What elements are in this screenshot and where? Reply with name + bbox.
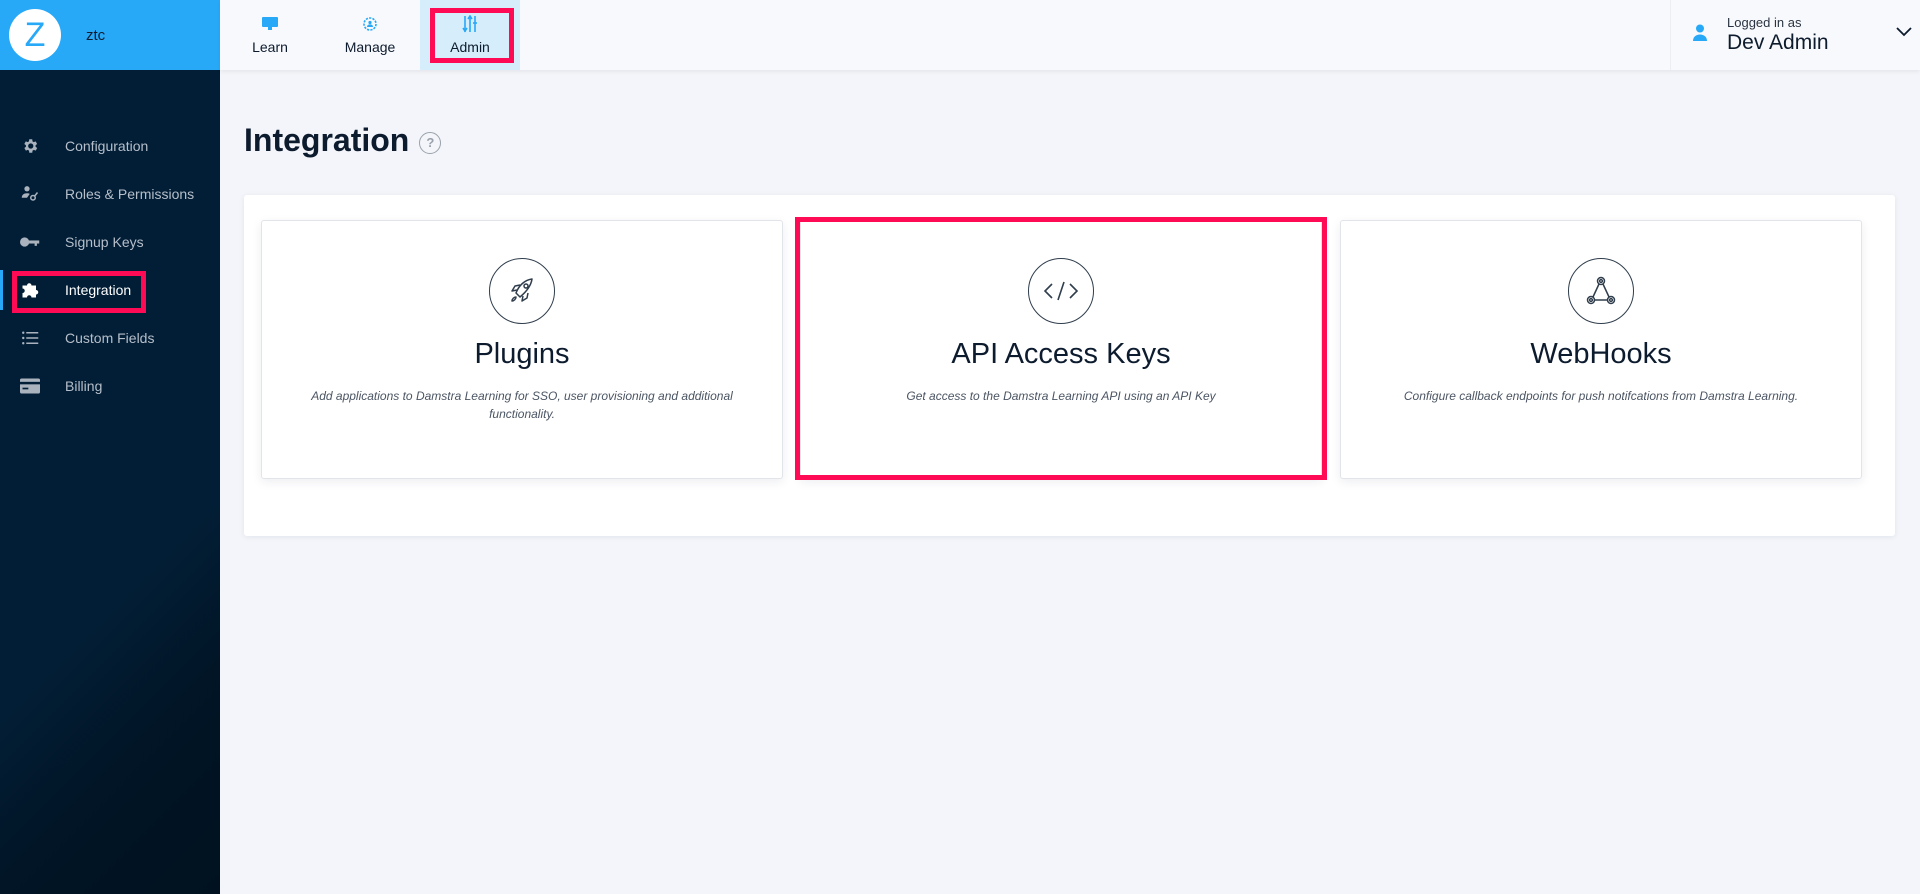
sidebar-item-signup-keys[interactable]: Signup Keys bbox=[0, 218, 220, 266]
sidebar-item-label: Billing bbox=[65, 378, 103, 394]
card-title: WebHooks bbox=[1530, 338, 1672, 370]
user-name: Dev Admin bbox=[1727, 31, 1829, 54]
top-header: Learn Manage Admin Logged in as Dev Admi… bbox=[220, 0, 1920, 70]
integration-panel: Plugins Add applications to Damstra Lear… bbox=[244, 195, 1895, 536]
sidebar-item-custom-fields[interactable]: Custom Fields bbox=[0, 314, 220, 362]
org-logo[interactable]: Z bbox=[9, 9, 61, 61]
logged-in-label: Logged in as bbox=[1727, 15, 1802, 30]
card-title: API Access Keys bbox=[951, 338, 1171, 370]
card-description: Configure callback endpoints for push no… bbox=[1403, 389, 1799, 403]
key-icon bbox=[19, 233, 41, 251]
brand-bar: Z ztc bbox=[0, 0, 220, 70]
credit-card-icon bbox=[19, 377, 41, 395]
tab-label: Admin bbox=[450, 39, 490, 55]
sidebar-item-configuration[interactable]: Configuration bbox=[0, 122, 220, 170]
card-webhooks[interactable]: WebHooks Configure callback endpoints fo… bbox=[1340, 220, 1862, 479]
page-title: Integration ? bbox=[244, 122, 442, 159]
code-icon bbox=[1028, 258, 1094, 324]
sidebar-item-label: Integration bbox=[65, 282, 132, 298]
help-icon[interactable]: ? bbox=[419, 131, 442, 154]
gear-person-icon bbox=[362, 15, 378, 33]
list-icon bbox=[19, 329, 41, 347]
card-api-access-keys[interactable]: API Access Keys Get access to the Damstr… bbox=[795, 217, 1327, 480]
card-title: Plugins bbox=[474, 338, 570, 370]
tab-manage[interactable]: Manage bbox=[320, 0, 420, 70]
sidebar-item-label: Signup Keys bbox=[65, 234, 144, 250]
webhook-icon bbox=[1568, 258, 1634, 324]
user-menu[interactable]: Logged in as Dev Admin bbox=[1670, 0, 1920, 70]
gear-icon bbox=[19, 137, 41, 155]
tab-label: Learn bbox=[252, 39, 288, 55]
sidebar-item-integration[interactable]: Integration bbox=[0, 266, 220, 314]
card-plugins[interactable]: Plugins Add applications to Damstra Lear… bbox=[261, 220, 783, 479]
sidebar-item-label: Roles & Permissions bbox=[65, 186, 195, 202]
sliders-icon bbox=[462, 15, 478, 33]
tab-label: Manage bbox=[344, 39, 396, 55]
sidebar-item-roles-permissions[interactable]: Roles & Permissions bbox=[0, 170, 220, 218]
user-icon bbox=[1693, 24, 1707, 47]
card-description: Get access to the Damstra Learning API u… bbox=[906, 389, 1216, 403]
sidebar: Configuration Roles & Permissions Signup… bbox=[0, 70, 220, 894]
user-key-icon bbox=[19, 185, 41, 203]
rocket-icon bbox=[489, 258, 555, 324]
tab-admin[interactable]: Admin bbox=[420, 0, 520, 70]
sidebar-item-label: Custom Fields bbox=[65, 330, 155, 346]
sidebar-item-label: Configuration bbox=[65, 138, 149, 154]
puzzle-icon bbox=[19, 281, 41, 299]
sidebar-item-billing[interactable]: Billing bbox=[0, 362, 220, 410]
card-description: Add applications to Damstra Learning for… bbox=[311, 389, 733, 421]
monitor-icon bbox=[262, 15, 278, 33]
page-title-text: Integration bbox=[244, 122, 410, 158]
org-name: ztc bbox=[86, 26, 106, 44]
chevron-down-icon[interactable] bbox=[1896, 24, 1912, 42]
tab-learn[interactable]: Learn bbox=[220, 0, 320, 70]
